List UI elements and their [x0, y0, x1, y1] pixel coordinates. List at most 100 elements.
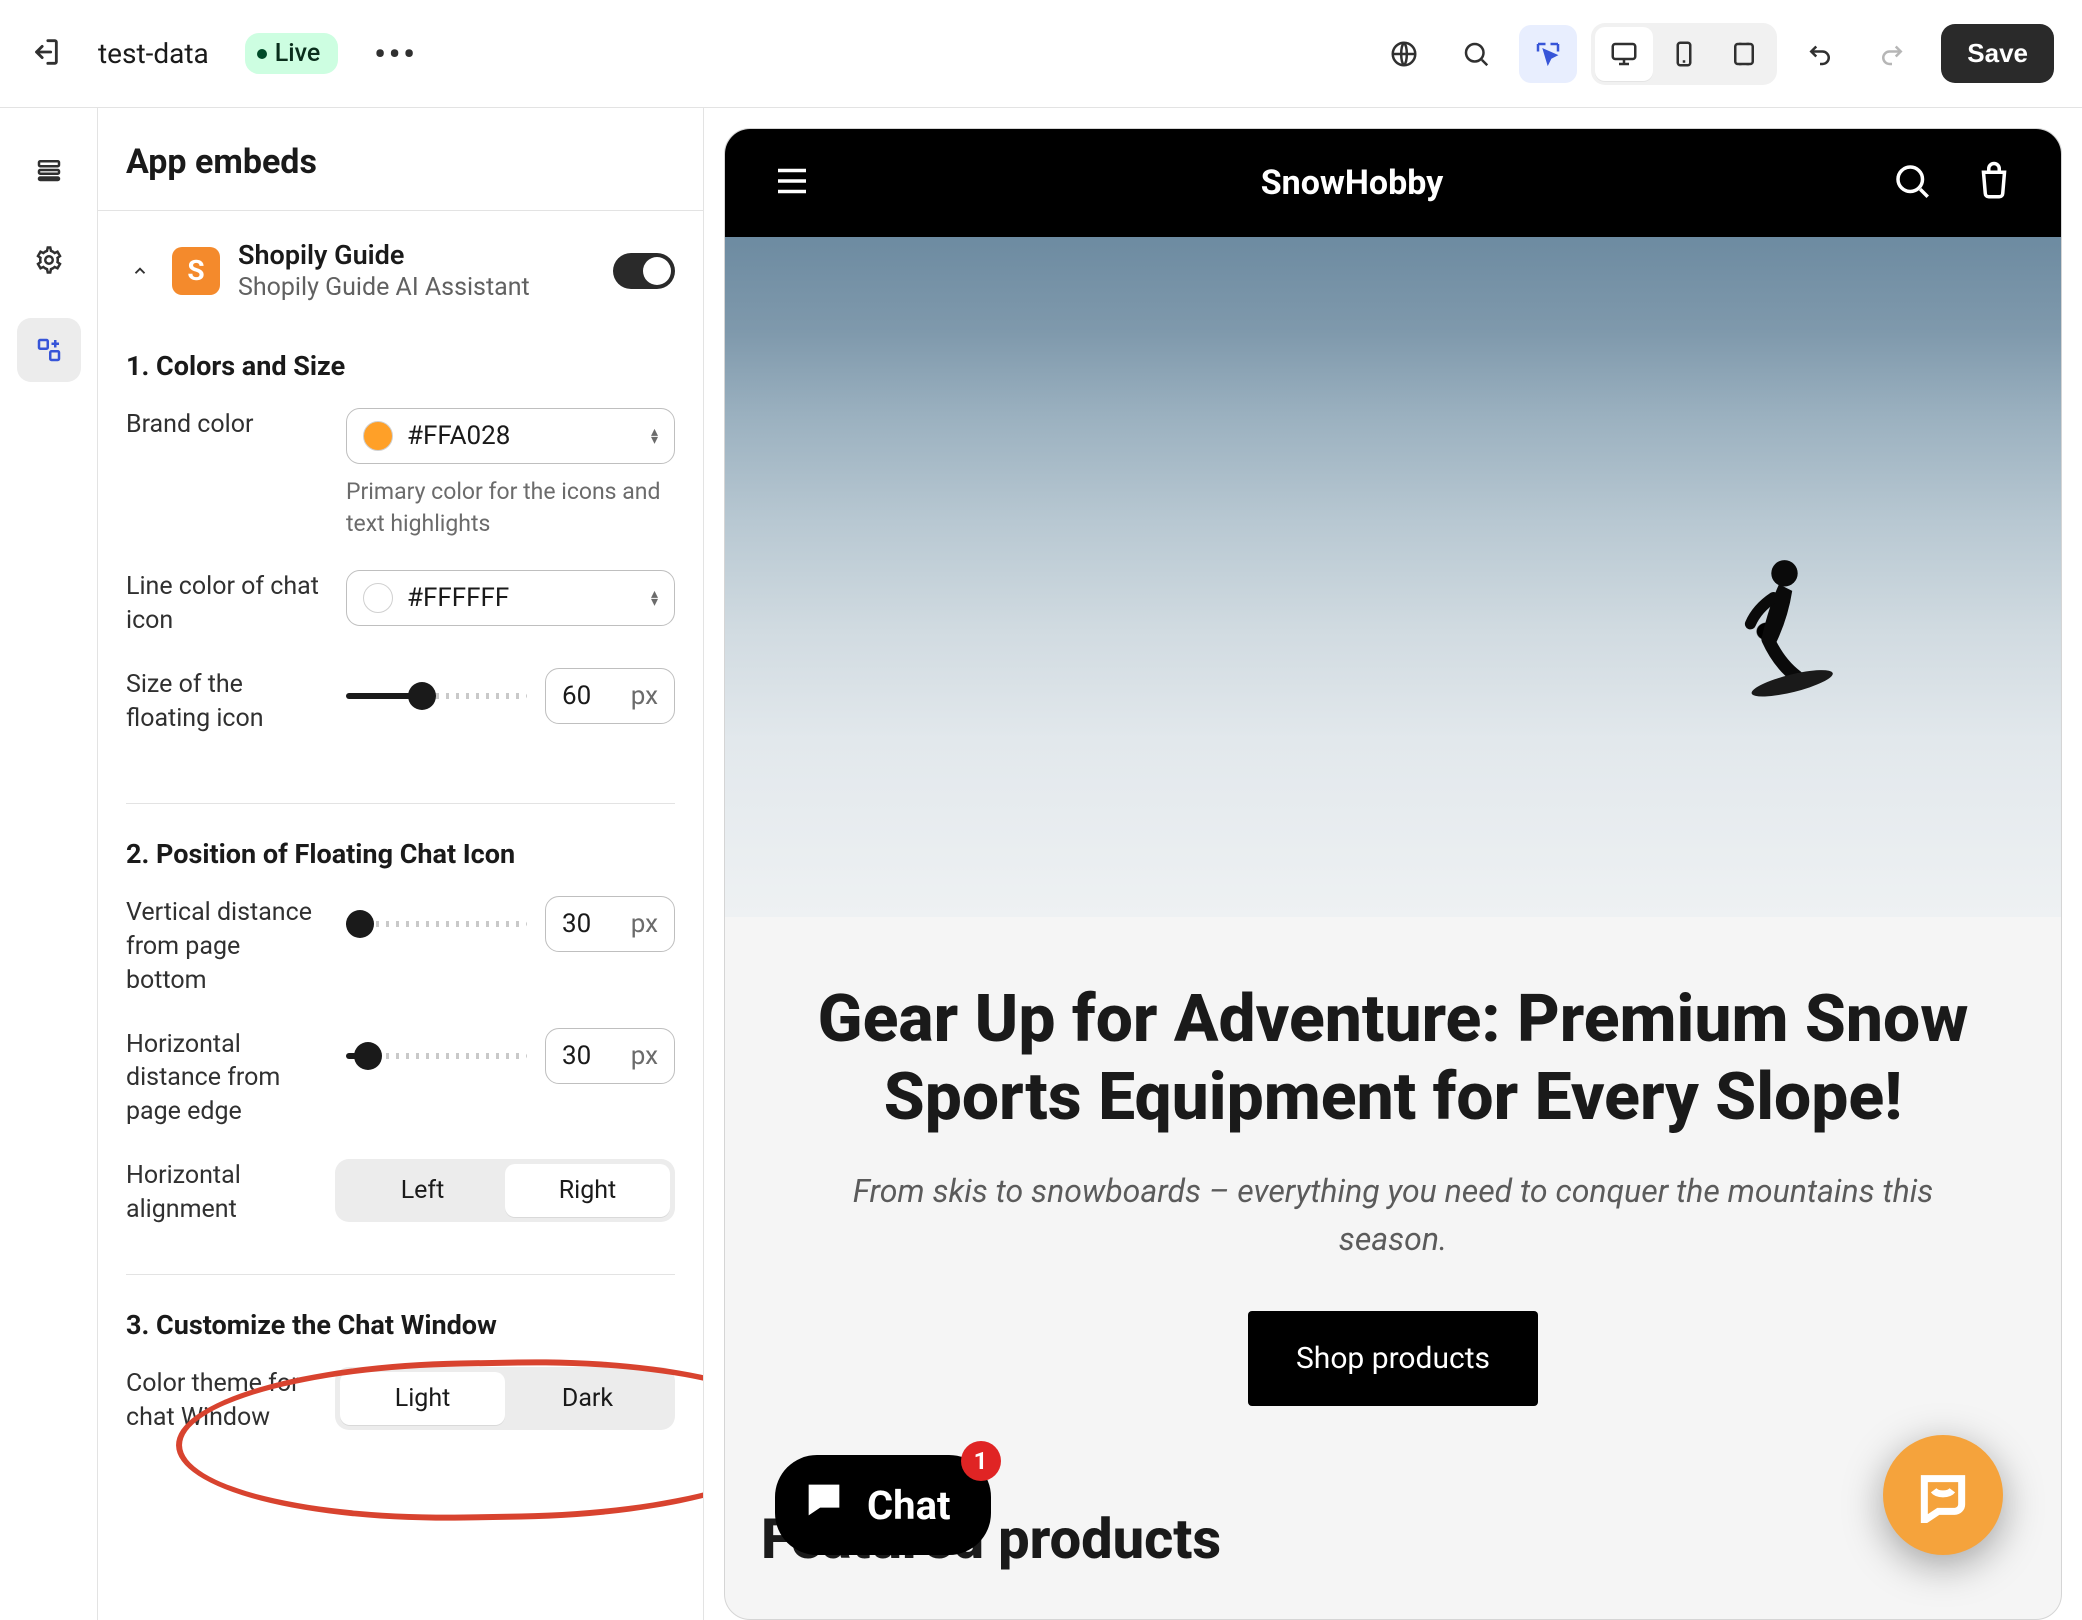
left-rail — [0, 108, 98, 1620]
inspector-icon[interactable] — [1519, 25, 1577, 83]
chat-badge: 1 — [961, 1441, 1001, 1481]
app-enable-toggle[interactable] — [613, 253, 675, 289]
file-name[interactable]: test-data — [98, 37, 209, 70]
chat-label: Chat — [867, 1482, 951, 1529]
app-titles: Shopily Guide Shopily Guide AI Assistant — [238, 239, 595, 302]
side-panel: App embeds S Shopily Guide Shopily Guide… — [98, 108, 704, 1620]
hero-subtitle: From skis to snowboards – everything you… — [795, 1167, 1991, 1263]
line-color-value: #FFFFFF — [407, 583, 509, 613]
hero-copy: Gear Up for Adventure: Premium Snow Spor… — [725, 917, 2061, 1446]
icon-size-value: 60 — [562, 681, 591, 711]
theme-dark-button[interactable]: Dark — [505, 1372, 670, 1425]
live-badge[interactable]: Live — [245, 33, 339, 74]
stepper-icon[interactable]: ▴▾ — [651, 590, 658, 606]
top-bar: test-data Live ••• — [0, 0, 2082, 108]
field-color-theme: Color theme for chat Window Light Dark — [126, 1367, 675, 1435]
slider-thumb[interactable] — [346, 910, 374, 938]
theme-label: Color theme for chat Window — [126, 1367, 315, 1435]
chat-widget[interactable]: Chat 1 — [775, 1455, 991, 1555]
v-dist-value-box[interactable]: 30 px — [545, 896, 675, 952]
snowboarder-graphic — [1724, 550, 1834, 700]
floating-chat-icon[interactable] — [1883, 1435, 2003, 1555]
icon-size-unit: px — [631, 681, 658, 711]
theme-light-button[interactable]: Light — [340, 1372, 505, 1425]
collapse-icon[interactable] — [126, 257, 154, 285]
undo-icon[interactable] — [1791, 25, 1849, 83]
field-icon-size: Size of the floating icon 60 px — [126, 668, 675, 736]
hero-title: Gear Up for Adventure: Premium Snow Spor… — [795, 981, 1991, 1137]
align-right-button[interactable]: Right — [505, 1164, 670, 1217]
brand-color-help: Primary color for the icons and text hig… — [346, 476, 675, 540]
desktop-view-button[interactable] — [1595, 27, 1653, 81]
site-preview: SnowHobby — [724, 128, 2062, 1620]
search-icon[interactable] — [1447, 25, 1505, 83]
app-name: Shopily Guide — [238, 239, 595, 271]
v-dist-label: Vertical distance from page bottom — [126, 896, 326, 997]
v-dist-value: 30 — [562, 909, 591, 939]
site-header: SnowHobby — [725, 129, 2061, 237]
cart-icon[interactable] — [1973, 160, 2015, 206]
icon-size-slider[interactable] — [346, 693, 527, 699]
h-dist-value: 30 — [562, 1041, 591, 1071]
save-button[interactable]: Save — [1941, 24, 2054, 83]
brand-swatch — [363, 421, 393, 451]
field-horizontal-distance: Horizontal distance from page edge 30 px — [126, 1028, 675, 1129]
body: App embeds S Shopily Guide Shopily Guide… — [0, 108, 2082, 1620]
slider-thumb[interactable] — [354, 1042, 382, 1070]
section-chat-window: 3. Customize the Chat Window Color theme… — [98, 1275, 703, 1485]
field-line-color: Line color of chat icon #FFFFFF ▴▾ — [126, 570, 675, 638]
globe-icon[interactable] — [1375, 25, 1433, 83]
h-dist-slider[interactable] — [346, 1053, 527, 1059]
h-align-label: Horizontal alignment — [126, 1159, 315, 1227]
section2-title: 2. Position of Floating Chat Icon — [126, 838, 675, 870]
section-position: 2. Position of Floating Chat Icon Vertic… — [98, 804, 703, 1256]
hamburger-icon[interactable] — [771, 160, 813, 206]
section1-title: 1. Colors and Size — [126, 350, 675, 382]
stepper-icon[interactable]: ▴▾ — [651, 428, 658, 444]
site-search-icon[interactable] — [1891, 160, 1933, 206]
topbar-left: test-data Live ••• — [28, 33, 418, 74]
hero-image — [725, 237, 2061, 917]
app-header: S Shopily Guide Shopily Guide AI Assista… — [98, 211, 703, 316]
settings-icon[interactable] — [17, 228, 81, 292]
brand-color-input[interactable]: #FFA028 ▴▾ — [346, 408, 675, 464]
h-align-segmented: Left Right — [335, 1159, 675, 1222]
line-swatch — [363, 583, 393, 613]
app-embeds-icon[interactable] — [17, 318, 81, 382]
icon-size-value-box[interactable]: 60 px — [545, 668, 675, 724]
device-group — [1591, 23, 1777, 85]
field-horizontal-alignment: Horizontal alignment Left Right — [126, 1159, 675, 1227]
h-dist-label: Horizontal distance from page edge — [126, 1028, 326, 1129]
site-header-right — [1891, 160, 2015, 206]
fullscreen-view-button[interactable] — [1715, 27, 1773, 81]
line-color-label: Line color of chat icon — [126, 570, 326, 638]
section3-title: 3. Customize the Chat Window — [126, 1309, 675, 1341]
app-logo: S — [172, 247, 220, 295]
v-dist-slider[interactable] — [346, 921, 527, 927]
chat-bubble-icon — [801, 1477, 847, 1533]
panel-title: App embeds — [98, 108, 703, 211]
slider-thumb[interactable] — [408, 682, 436, 710]
site-brand[interactable]: SnowHobby — [1261, 163, 1444, 203]
icon-size-label: Size of the floating icon — [126, 668, 326, 736]
sections-icon[interactable] — [17, 138, 81, 202]
h-dist-value-box[interactable]: 30 px — [545, 1028, 675, 1084]
more-icon[interactable]: ••• — [374, 35, 418, 73]
topbar-right: Save — [1375, 23, 2054, 85]
align-left-button[interactable]: Left — [340, 1164, 505, 1217]
shop-products-button[interactable]: Shop products — [1248, 1311, 1538, 1406]
mobile-view-button[interactable] — [1655, 27, 1713, 81]
v-dist-unit: px — [631, 909, 658, 939]
preview-wrap: SnowHobby — [704, 108, 2082, 1620]
line-color-input[interactable]: #FFFFFF ▴▾ — [346, 570, 675, 626]
field-vertical-distance: Vertical distance from page bottom 30 px — [126, 896, 675, 997]
redo-icon — [1863, 25, 1921, 83]
exit-icon[interactable] — [28, 35, 62, 73]
app-subtitle: Shopily Guide AI Assistant — [238, 273, 595, 302]
brand-color-label: Brand color — [126, 408, 326, 442]
field-brand-color: Brand color #FFA028 ▴▾ Primary color for… — [126, 408, 675, 540]
h-dist-unit: px — [631, 1041, 658, 1071]
brand-color-value: #FFA028 — [407, 421, 510, 451]
theme-segmented: Light Dark — [335, 1367, 675, 1430]
section-colors-size: 1. Colors and Size Brand color #FFA028 ▴… — [98, 316, 703, 785]
